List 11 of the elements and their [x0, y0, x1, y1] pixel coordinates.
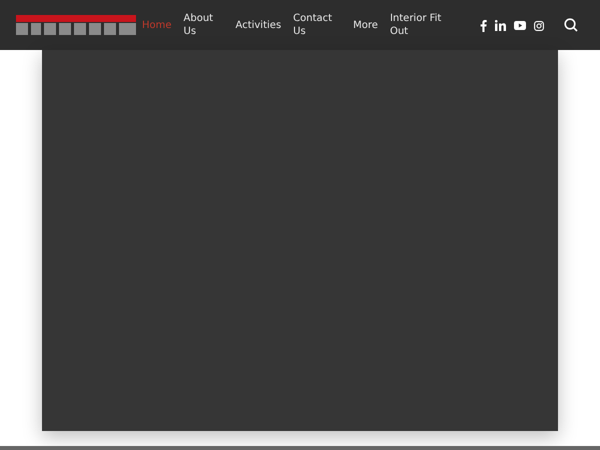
logo[interactable] [16, 15, 136, 35]
nav-link[interactable]: More [353, 18, 378, 32]
play-icon[interactable] [514, 21, 526, 30]
facebook-icon[interactable] [480, 20, 487, 32]
linkedin-icon[interactable] [495, 20, 506, 32]
nav-link[interactable]: About Us [184, 12, 224, 38]
nav-link[interactable]: Activities [236, 18, 282, 32]
search-icon[interactable] [564, 18, 578, 32]
camera-icon[interactable] [534, 20, 544, 31]
nav-link[interactable]: Interior Fit Out [390, 12, 448, 38]
nav-link[interactable]: Contact Us [293, 12, 342, 38]
